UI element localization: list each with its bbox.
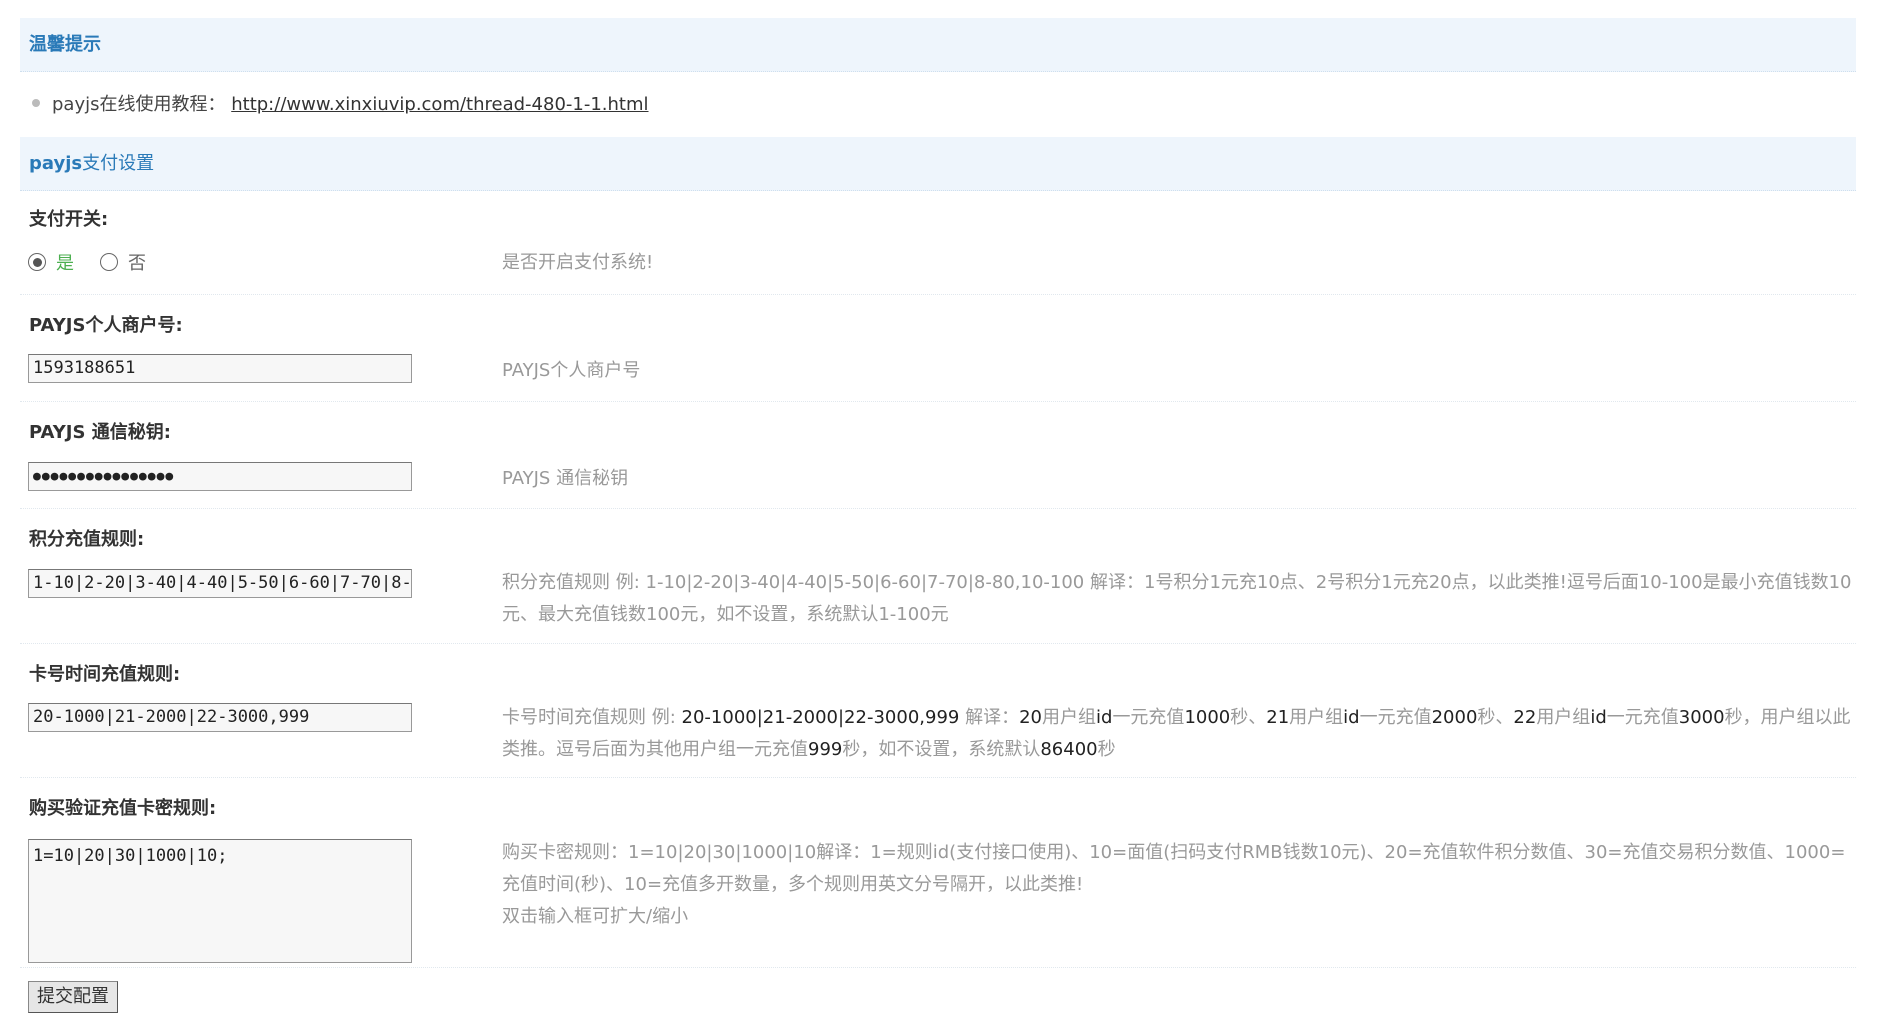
points-rule-desc-b: 1-10|2-20|3-40|4-40|5-50|6-60|7-70|8-80,… bbox=[645, 572, 1085, 593]
pay-switch-yes-radio[interactable] bbox=[28, 253, 46, 271]
card-buy-rule-desc-line2: 双击输入框可扩大/缩小 bbox=[502, 906, 689, 927]
settings-title-rest: 支付设置 bbox=[82, 153, 155, 174]
points-rule-desc: 积分充值规则 例: 1-10|2-20|3-40|4-40|5-50|6-60|… bbox=[502, 567, 1852, 631]
ct-desc-w: 秒，如不设置，系统默认 bbox=[842, 739, 1041, 760]
secret-label: PAYJS 通信秘钥: bbox=[29, 422, 171, 443]
ct-desc-m: 一元充值 bbox=[1359, 707, 1432, 728]
row-pay-switch: 支付开关: 是否 是否开启支付系统! bbox=[20, 191, 1856, 295]
card-buy-rule-textarea[interactable]: 1=10|20|30|1000|10; bbox=[28, 839, 412, 963]
row-card-time-rule: 卡号时间充值规则: 20-1000|21-2000|22-3000,999 卡号… bbox=[20, 644, 1856, 778]
card-buy-rule-label: 购买验证充值卡密规则: bbox=[29, 798, 217, 819]
ct-desc-g: 一元充值 bbox=[1112, 707, 1185, 728]
ct-desc-d: 20 bbox=[1019, 707, 1042, 728]
tips-header: 温馨提示 bbox=[20, 18, 1856, 72]
ct-desc-b: 20-1000|21-2000|22-3000,999 bbox=[681, 707, 960, 728]
ct-desc-v: 999 bbox=[808, 739, 843, 760]
ct-desc-q: 用户组 bbox=[1536, 707, 1591, 728]
points-rule-desc-a: 积分充值规则 例: bbox=[502, 572, 646, 593]
tips-list: payjs在线使用教程： http://www.xinxiuvip.com/th… bbox=[20, 72, 1856, 137]
card-time-rule-input[interactable]: 20-1000|21-2000|22-3000,999 bbox=[28, 703, 412, 732]
submit-row: 提交配置 bbox=[20, 968, 1856, 1018]
ct-desc-a: 卡号时间充值规则 例: bbox=[502, 707, 682, 728]
tutorial-link[interactable]: http://www.xinxiuvip.com/thread-480-1-1.… bbox=[231, 94, 648, 115]
mch-id-label: PAYJS个人商户号: bbox=[29, 315, 183, 336]
row-secret: PAYJS 通信秘钥: ●●●●●●●●●●●●●●●● PAYJS 通信秘钥 bbox=[20, 402, 1856, 509]
ct-desc-l: id bbox=[1343, 707, 1360, 728]
row-mch-id: PAYJS个人商户号: 1593188651 PAYJS个人商户号 bbox=[20, 295, 1856, 402]
ct-desc-h: 1000 bbox=[1184, 707, 1231, 728]
ct-desc-o: 秒、 bbox=[1477, 707, 1514, 728]
points-rule-label: 积分充值规则: bbox=[29, 529, 145, 550]
ct-desc-j: 21 bbox=[1266, 707, 1290, 728]
ct-desc-s: 一元充值 bbox=[1606, 707, 1679, 728]
ct-desc-t: 3000 bbox=[1678, 707, 1725, 728]
ct-desc-n: 2000 bbox=[1431, 707, 1478, 728]
ct-desc-k: 用户组 bbox=[1289, 707, 1344, 728]
bullet-icon bbox=[32, 99, 40, 107]
ct-desc-i: 秒、 bbox=[1230, 707, 1267, 728]
pay-switch-no-radio[interactable] bbox=[100, 253, 118, 271]
ct-desc-p: 22 bbox=[1513, 707, 1537, 728]
pay-switch-desc: 是否开启支付系统! bbox=[502, 252, 654, 273]
settings-title-bold: payjs bbox=[29, 153, 83, 174]
row-card-buy-rule: 购买验证充值卡密规则: 1=10|20|30|1000|10; 购买卡密规则：1… bbox=[20, 778, 1856, 968]
secret-desc: PAYJS 通信秘钥 bbox=[502, 468, 629, 489]
tips-item-prefix: payjs在线使用教程： bbox=[52, 94, 226, 115]
settings-header: payjs支付设置 bbox=[20, 137, 1856, 191]
secret-password-input[interactable]: ●●●●●●●●●●●●●●●● bbox=[28, 462, 412, 491]
tips-title: 温馨提示 bbox=[29, 34, 101, 55]
pay-switch-group: 是否 bbox=[28, 249, 172, 275]
mch-id-input[interactable]: 1593188651 bbox=[28, 354, 412, 383]
card-time-rule-label: 卡号时间充值规则: bbox=[29, 664, 181, 685]
pay-switch-label: 支付开关: bbox=[29, 209, 109, 230]
ct-desc-e: 用户组 bbox=[1042, 707, 1096, 728]
mch-id-desc: PAYJS个人商户号 bbox=[502, 360, 641, 381]
row-points-rule: 积分充值规则: 1-10|2-20|3-40|4-40|5-50|6-60|7-… bbox=[20, 509, 1856, 644]
card-buy-rule-desc: 购买卡密规则：1=10|20|30|1000|10解译：1=规则id(支付接口使… bbox=[502, 837, 1852, 933]
card-time-rule-desc: 卡号时间充值规则 例: 20-1000|21-2000|22-3000,999 … bbox=[502, 702, 1852, 766]
pay-switch-yes-label[interactable]: 是 bbox=[56, 253, 74, 274]
ct-desc-r: id bbox=[1590, 707, 1607, 728]
submit-config-button[interactable]: 提交配置 bbox=[28, 981, 118, 1013]
ct-desc-x: 86400 bbox=[1040, 739, 1098, 760]
settings-panel: 温馨提示 payjs在线使用教程： http://www.xinxiuvip.c… bbox=[20, 18, 1856, 1018]
ct-desc-c: 解译： bbox=[959, 707, 1020, 728]
ct-desc-y: 秒 bbox=[1097, 739, 1116, 760]
pay-switch-no-label[interactable]: 否 bbox=[128, 253, 146, 274]
points-rule-input[interactable]: 1-10|2-20|3-40|4-40|5-50|6-60|7-70|8- bbox=[28, 569, 412, 598]
card-buy-rule-desc-line1: 购买卡密规则：1=10|20|30|1000|10解译：1=规则id(支付接口使… bbox=[502, 842, 1846, 895]
ct-desc-f: id bbox=[1096, 707, 1113, 728]
